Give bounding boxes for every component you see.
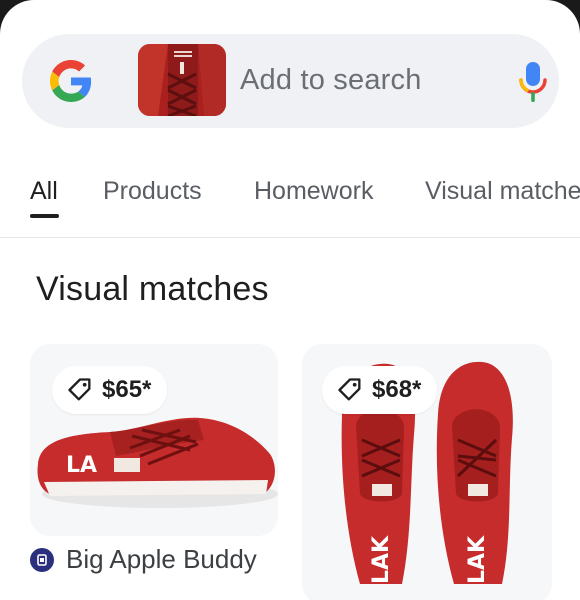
result-source[interactable]: Big Apple Buddy (30, 544, 257, 575)
tab-visual-matches[interactable]: Visual matches (425, 177, 580, 206)
section-title: Visual matches (36, 270, 269, 308)
price-tag-icon (338, 378, 361, 401)
active-tab-indicator (30, 214, 59, 218)
query-image-thumbnail[interactable] (138, 44, 226, 116)
store-icon (30, 547, 54, 572)
app-screen: Add to search All Products Homework Visu… (0, 0, 580, 600)
source-name: Big Apple Buddy (66, 544, 257, 574)
result-card[interactable]: LAK LAK $68* (302, 344, 552, 600)
tab-all[interactable]: All (30, 177, 58, 206)
tab-products[interactable]: Products (103, 177, 202, 206)
brand-logo-text: LAK (465, 535, 490, 584)
tab-homework[interactable]: Homework (254, 177, 373, 206)
mic-icon[interactable] (518, 60, 548, 104)
price-label: $68* (372, 376, 422, 403)
search-input[interactable]: Add to search (240, 64, 422, 97)
price-chip: $68* (322, 366, 438, 414)
red-shoe-image (138, 44, 226, 116)
result-card[interactable]: LA $65* (30, 344, 278, 536)
search-bar[interactable]: Add to search (22, 34, 559, 128)
google-g-icon (50, 60, 92, 102)
filter-tabs: All Products Homework Visual matches (0, 160, 580, 238)
price-label: $65* (102, 376, 152, 403)
price-chip: $65* (52, 366, 168, 414)
brand-logo-text: LA (66, 453, 97, 478)
price-tag-icon (68, 378, 91, 401)
brand-logo-text: LAK (369, 535, 394, 584)
